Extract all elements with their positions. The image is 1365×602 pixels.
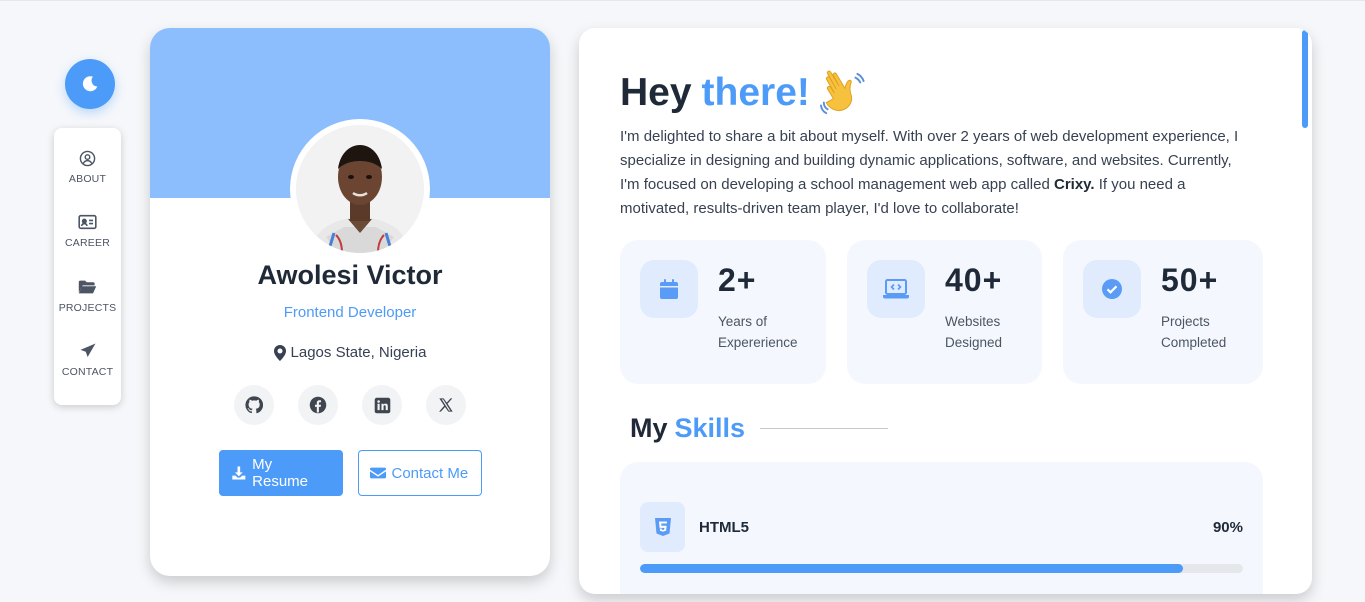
profile-location: Lagos State, Nigeria	[150, 344, 550, 361]
paper-plane-icon	[79, 341, 97, 361]
skill-progress-track	[640, 564, 1243, 573]
x-icon	[439, 398, 453, 412]
bio-highlight: Crixy.	[1053, 176, 1095, 193]
skill-progress-fill	[640, 564, 1183, 573]
stat-label: Years of Expererience	[718, 314, 798, 350]
moon-icon	[82, 76, 98, 92]
download-icon	[231, 466, 245, 480]
nav-label-contact: CONTACT	[61, 365, 114, 378]
skills-list: HTML5 90%	[620, 462, 1263, 594]
facebook-icon	[309, 396, 327, 414]
skill-item: HTML5 90%	[640, 502, 1243, 573]
theme-toggle-button[interactable]	[65, 59, 115, 109]
skills-heading-prefix: My	[630, 413, 668, 443]
github-icon	[245, 396, 263, 414]
stat-value: 50+	[1161, 262, 1219, 298]
heading-divider	[760, 428, 889, 429]
stat-card-projects: 50+ Projects Completed	[1063, 240, 1263, 384]
github-link[interactable]	[234, 385, 274, 425]
nav-item-contact[interactable]: CONTACT	[54, 341, 121, 405]
linkedin-link[interactable]	[362, 385, 402, 425]
about-panel: Hey there! I'm delighted to share a bit …	[579, 28, 1312, 594]
scrollbar[interactable]	[1302, 30, 1308, 128]
x-link[interactable]	[426, 385, 466, 425]
nav-item-about[interactable]: ABOUT	[54, 148, 121, 212]
resume-button[interactable]: My Resume	[218, 450, 343, 496]
nav-label-career: CAREER	[65, 237, 110, 250]
profile-card: Awolesi Victor Frontend Developer Lagos …	[150, 28, 550, 576]
skill-name: HTML5	[699, 518, 749, 536]
laptop-code-icon	[867, 260, 925, 318]
skills-heading-accent: Skills	[674, 413, 746, 443]
linkedin-icon	[374, 397, 390, 413]
greeting-prefix: Hey	[620, 71, 692, 114]
stat-label: Websites Designed	[945, 314, 1003, 350]
greeting-heading: Hey there!	[620, 70, 866, 116]
location-text: Lagos State, Nigeria	[290, 344, 427, 361]
user-circle-icon	[79, 148, 96, 168]
stat-card-experience: 2+ Years of Expererience	[620, 240, 826, 384]
folder-open-icon	[78, 277, 97, 297]
calendar-icon	[640, 260, 698, 318]
stat-label: Projects Completed	[1161, 314, 1227, 350]
profile-name: Awolesi Victor	[257, 260, 443, 290]
stat-value: 40+	[945, 262, 1003, 298]
facebook-link[interactable]	[298, 385, 338, 425]
social-links	[150, 385, 550, 425]
bio-paragraph: I'm delighted to share a bit about mysel…	[620, 125, 1240, 221]
check-circle-icon	[1083, 260, 1141, 318]
nav-item-career[interactable]: CAREER	[54, 212, 121, 276]
nav-item-projects[interactable]: PROJECTS	[54, 277, 121, 341]
stat-value: 2+	[718, 262, 757, 298]
avatar	[296, 125, 424, 253]
skill-percent: 90%	[1212, 518, 1243, 536]
skills-heading: My Skills	[630, 413, 889, 444]
nav-label-about: ABOUT	[68, 173, 107, 185]
avatar-ring	[290, 119, 430, 259]
envelope-icon	[369, 467, 386, 479]
nav-label-projects: PROJECTS	[58, 301, 117, 314]
side-nav: ABOUT CAREER PROJECTS CONTACT	[54, 128, 121, 405]
greeting-accent: there!	[701, 71, 810, 114]
html5-icon	[640, 502, 685, 552]
profile-actions: My Resume Contact Me	[150, 450, 550, 496]
contact-button[interactable]: Contact Me	[357, 450, 482, 496]
profile-role: Frontend Developer	[283, 304, 417, 321]
stat-card-websites: 40+ Websites Designed	[847, 240, 1042, 384]
stats-row: 2+ Years of Expererience 40+ Websites De…	[620, 240, 1263, 384]
contact-label: Contact Me	[391, 464, 469, 482]
resume-label: My Resume	[252, 456, 309, 490]
map-pin-icon	[273, 344, 286, 361]
id-card-icon	[78, 212, 97, 232]
waving-hand-icon	[819, 70, 865, 115]
